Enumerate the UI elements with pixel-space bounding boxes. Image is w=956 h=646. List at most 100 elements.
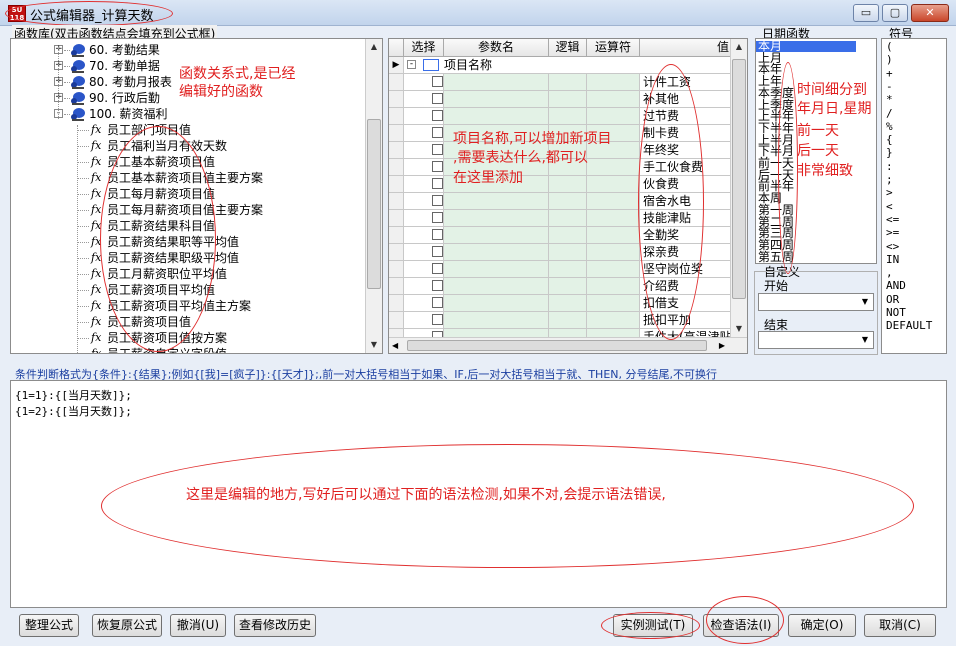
logic-cell[interactable] — [549, 193, 587, 210]
logic-cell[interactable] — [549, 210, 587, 227]
chevron-down-icon[interactable]: ▼ — [858, 333, 872, 347]
tree-function-node[interactable]: fx 员工部门项目值 — [11, 122, 361, 138]
select-cell[interactable] — [404, 108, 444, 125]
operator-cell[interactable] — [587, 108, 640, 125]
ok-button[interactable]: 确定(O) — [788, 614, 856, 637]
row-checkbox[interactable] — [432, 314, 443, 325]
symbol-item[interactable]: { — [886, 134, 893, 145]
select-cell[interactable] — [404, 227, 444, 244]
operator-cell[interactable] — [587, 159, 640, 176]
param-name-cell[interactable] — [444, 244, 549, 261]
select-cell[interactable] — [404, 210, 444, 227]
logic-cell[interactable] — [549, 74, 587, 91]
scroll-thumb[interactable] — [367, 119, 381, 289]
select-cell[interactable] — [404, 142, 444, 159]
row-checkbox[interactable] — [432, 144, 443, 155]
symbol-item[interactable]: <= — [886, 214, 899, 225]
select-cell[interactable] — [404, 125, 444, 142]
collapse-icon[interactable]: - — [407, 60, 416, 69]
operator-cell[interactable] — [587, 91, 640, 108]
tree-function-node[interactable]: fx 员工薪资自定义字段值 — [11, 346, 361, 353]
symbol-item[interactable]: < — [886, 201, 893, 212]
logic-cell[interactable] — [549, 261, 587, 278]
row-checkbox[interactable] — [432, 263, 443, 274]
symbol-item[interactable]: } — [886, 147, 893, 158]
row-checkbox[interactable] — [432, 110, 443, 121]
symbol-item[interactable]: - — [886, 81, 893, 92]
row-checkbox[interactable] — [432, 178, 443, 189]
formula-line-2[interactable]: {1=2}:{[当月天数]}; — [15, 403, 132, 419]
undo-button[interactable]: 撤消(U) — [170, 614, 226, 637]
symbol-list[interactable]: () + - * /% {}:; > < <= >= <> IN, AND OR NOT DEFAULT — [881, 38, 947, 354]
row-checkbox[interactable] — [432, 297, 443, 308]
select-cell[interactable] — [404, 91, 444, 108]
tree-scrollbar[interactable]: ▲ ▼ — [365, 39, 382, 353]
scroll-left-icon[interactable]: ◀ — [392, 338, 398, 353]
symbol-item[interactable]: * — [886, 94, 893, 105]
param-name-cell[interactable] — [444, 312, 549, 329]
column-operator[interactable]: 运算符 — [587, 39, 640, 57]
symbol-item[interactable]: % — [886, 121, 893, 132]
logic-cell[interactable] — [549, 91, 587, 108]
column-select[interactable]: 选择 — [404, 39, 444, 57]
symbol-item[interactable]: AND — [886, 280, 906, 291]
param-name-cell[interactable] — [444, 295, 549, 312]
restore-formula-button[interactable]: 恢复原公式 — [92, 614, 162, 637]
scroll-right-icon[interactable]: ▶ — [719, 338, 725, 353]
param-name-cell[interactable] — [444, 278, 549, 295]
cancel-button[interactable]: 取消(C) — [864, 614, 936, 637]
operator-cell[interactable] — [587, 244, 640, 261]
row-checkbox[interactable] — [432, 93, 443, 104]
symbol-item[interactable]: ) — [886, 54, 893, 65]
symbol-item[interactable]: >= — [886, 227, 899, 238]
operator-cell[interactable] — [587, 210, 640, 227]
param-name-cell[interactable] — [444, 210, 549, 227]
select-cell[interactable] — [404, 312, 444, 329]
column-param-name[interactable]: 参数名 — [444, 39, 549, 57]
scroll-down-icon[interactable]: ▼ — [366, 337, 382, 353]
param-name-cell[interactable] — [444, 91, 549, 108]
logic-cell[interactable] — [549, 278, 587, 295]
operator-cell[interactable] — [587, 261, 640, 278]
chevron-down-icon[interactable]: ▼ — [858, 295, 872, 309]
symbol-item[interactable]: ( — [886, 41, 893, 52]
row-checkbox[interactable] — [432, 229, 443, 240]
symbol-item[interactable]: : — [886, 161, 893, 172]
param-name-cell[interactable] — [444, 261, 549, 278]
param-name-cell[interactable] — [444, 227, 549, 244]
grid-hscroll-thumb[interactable] — [407, 340, 707, 351]
row-checkbox[interactable] — [432, 195, 443, 206]
end-date-select[interactable]: ▼ — [758, 331, 874, 349]
operator-cell[interactable] — [587, 176, 640, 193]
symbol-item[interactable]: , — [886, 267, 893, 278]
logic-cell[interactable] — [549, 176, 587, 193]
symbol-item[interactable]: OR — [886, 294, 899, 305]
grid-root-row[interactable]: - 项目名称 — [404, 57, 732, 74]
symbol-item[interactable]: + — [886, 68, 893, 79]
select-cell[interactable] — [404, 244, 444, 261]
formula-line-1[interactable]: {1=1}:{[当月天数]}; — [15, 387, 132, 403]
logic-cell[interactable] — [549, 227, 587, 244]
minimize-button[interactable]: ▭ — [853, 4, 879, 22]
tree-folder-node[interactable]: +60. 考勤结果 — [11, 42, 361, 58]
logic-cell[interactable] — [549, 108, 587, 125]
select-all-checkbox[interactable] — [423, 59, 439, 71]
param-name-cell[interactable] — [444, 108, 549, 125]
row-checkbox[interactable] — [432, 161, 443, 172]
operator-cell[interactable] — [587, 74, 640, 91]
select-cell[interactable] — [404, 295, 444, 312]
select-cell[interactable] — [404, 74, 444, 91]
row-checkbox[interactable] — [432, 280, 443, 291]
scroll-up-icon[interactable]: ▲ — [366, 39, 382, 55]
symbol-item[interactable]: / — [886, 108, 893, 119]
select-cell[interactable] — [404, 261, 444, 278]
grid-scroll-up-icon[interactable]: ▲ — [731, 39, 747, 55]
grid-hscrollbar[interactable]: ◀ ▶ — [389, 337, 747, 353]
select-cell[interactable] — [404, 278, 444, 295]
operator-cell[interactable] — [587, 312, 640, 329]
grid-scroll-thumb[interactable] — [732, 59, 746, 299]
row-checkbox[interactable] — [432, 127, 443, 138]
logic-cell[interactable] — [549, 295, 587, 312]
grid-scroll-down-icon[interactable]: ▼ — [731, 321, 747, 337]
view-history-button[interactable]: 查看修改历史 — [234, 614, 316, 637]
